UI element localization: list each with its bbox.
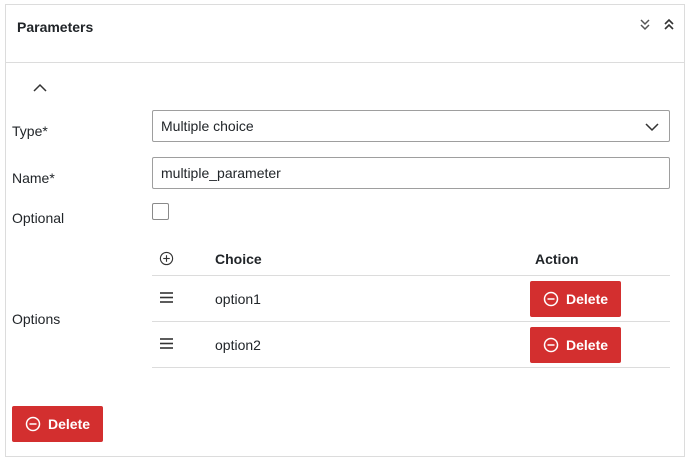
- add-circle-icon[interactable]: [159, 251, 174, 266]
- chevron-down-icon: [645, 123, 659, 132]
- drag-handle-icon[interactable]: [159, 337, 174, 350]
- parameters-panel: Parameters: [5, 4, 685, 457]
- delete-button-label: Delete: [48, 416, 91, 432]
- panel-title: Parameters: [17, 19, 94, 35]
- table-header-row: Choice Action: [152, 240, 670, 276]
- name-input[interactable]: [152, 157, 670, 189]
- optional-checkbox[interactable]: [152, 203, 169, 220]
- choice-value: option2: [215, 337, 261, 353]
- options-table: Choice Action option1 Delete option2 Del…: [152, 240, 670, 368]
- panel-header: Parameters: [6, 5, 684, 63]
- type-select-value: Multiple choice: [161, 118, 254, 134]
- action-column-header: Action: [535, 251, 579, 267]
- type-label: Type*: [12, 123, 48, 139]
- minus-circle-icon: [543, 337, 559, 353]
- expand-all-icon[interactable]: [638, 18, 652, 32]
- table-row: option2 Delete: [152, 322, 670, 368]
- delete-option-button[interactable]: Delete: [530, 281, 622, 317]
- delete-parameter-button[interactable]: Delete: [12, 406, 104, 442]
- options-label: Options: [12, 311, 61, 327]
- chevron-up-icon[interactable]: [32, 80, 48, 96]
- table-row: option1 Delete: [152, 276, 670, 322]
- delete-button-label: Delete: [566, 291, 609, 307]
- type-select[interactable]: Multiple choice: [152, 110, 670, 142]
- choice-column-header: Choice: [215, 251, 262, 267]
- header-actions: [638, 18, 676, 32]
- minus-circle-icon: [543, 291, 559, 307]
- collapse-all-icon[interactable]: [662, 18, 676, 32]
- name-label: Name*: [12, 170, 55, 186]
- choice-value: option1: [215, 291, 261, 307]
- delete-option-button[interactable]: Delete: [530, 327, 622, 363]
- delete-button-label: Delete: [566, 337, 609, 353]
- minus-circle-icon: [25, 416, 41, 432]
- optional-label: Optional: [12, 210, 65, 226]
- drag-handle-icon[interactable]: [159, 291, 174, 304]
